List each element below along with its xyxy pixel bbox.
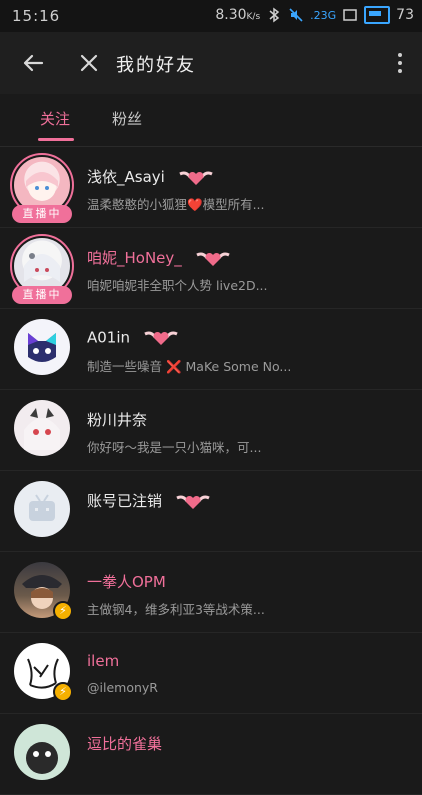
battery-level: 73 (396, 7, 414, 23)
user-name: A01in (87, 328, 179, 348)
status-bar: 15:16 8.30K/s .23G 73 (0, 0, 422, 32)
list-item[interactable]: 直播中 咱妮_HoNey_ 咱妮咱妮非全职个人势 live2D... (0, 228, 422, 309)
user-name: 浅依_Asayi (87, 166, 214, 188)
user-name: 一拳人OPM (87, 573, 166, 591)
user-name: 粉川井奈 (87, 411, 148, 429)
list-item[interactable]: ⚡ 一拳人OPM 主做钢4，维多利亚3等战术策... (0, 552, 422, 633)
verified-badge-icon: ⚡ (53, 682, 73, 702)
wifi-box-icon (342, 7, 358, 23)
verified-badge-icon: ⚡ (53, 601, 73, 621)
back-button[interactable] (18, 48, 48, 78)
tv-placeholder-icon (29, 494, 55, 521)
list-item[interactable]: ⚡ ilem @ilemonyR (0, 633, 422, 714)
close-button[interactable] (74, 48, 104, 78)
list-item[interactable]: 账号已注销 (0, 471, 422, 552)
more-vertical-icon (398, 53, 402, 57)
winged-heart-icon (144, 331, 178, 345)
user-description: 主做钢4，维多利亚3等战术策... (87, 602, 265, 617)
user-name: 咱妮_HoNey_ (87, 247, 231, 269)
avatar[interactable] (14, 481, 70, 537)
more-options-button[interactable] (390, 48, 410, 78)
tab-bar: 关注 粉丝 (0, 94, 422, 147)
network-speed: 8.30K/s (215, 7, 261, 23)
live-badge: 直播中 (12, 286, 72, 304)
user-description: 你好呀～我是一只小猫咪，可... (87, 440, 262, 455)
status-time: 15:16 (12, 7, 61, 25)
user-description: @ilemonyR (87, 680, 158, 695)
arrow-left-icon (23, 54, 44, 72)
friend-list: 直播中 浅依_Asayi 温柔憨憨的小狐狸❤️模型所有... 直播中 咱妮_Ho… (0, 147, 422, 795)
winged-heart-icon (176, 495, 210, 509)
user-description: 温柔憨憨的小狐狸❤️模型所有... (87, 197, 265, 212)
user-description: 制造一些噪音 ❌ MaKe Some No... (87, 359, 292, 374)
avatar[interactable] (14, 319, 70, 375)
page-title: 我的好友 (116, 55, 196, 76)
avatar[interactable] (14, 724, 70, 780)
list-item[interactable]: 直播中 浅依_Asayi 温柔憨憨的小狐狸❤️模型所有... (0, 147, 422, 228)
winged-heart-icon (195, 252, 230, 266)
live-badge: 直播中 (12, 205, 72, 223)
tab-fans[interactable]: 粉丝 (112, 108, 142, 129)
bluetooth-icon (266, 7, 282, 23)
user-description: 咱妮咱妮非全职个人势 live2D... (87, 278, 268, 293)
user-name: 账号已注销 (87, 490, 211, 512)
list-item[interactable]: 粉川井奈 你好呀～我是一只小猫咪，可... (0, 390, 422, 471)
winged-heart-icon (178, 171, 213, 185)
close-icon (80, 54, 98, 72)
avatar[interactable] (14, 400, 70, 456)
tab-following[interactable]: 关注 (40, 108, 70, 129)
status-icons: 8.30K/s .23G 73 (215, 6, 414, 24)
signal-indicator: .23G (310, 8, 337, 22)
tv-battery-icon (364, 6, 391, 24)
list-item[interactable]: A01in 制造一些噪音 ❌ MaKe Some No... (0, 309, 422, 390)
app-toolbar: 我的好友 (0, 32, 422, 94)
user-name: ilem (87, 652, 120, 670)
mute-icon (288, 7, 304, 23)
list-item[interactable]: 逗比的雀巢 (0, 714, 422, 795)
user-name: 逗比的雀巢 (87, 735, 163, 753)
tab-active-indicator (38, 138, 74, 141)
